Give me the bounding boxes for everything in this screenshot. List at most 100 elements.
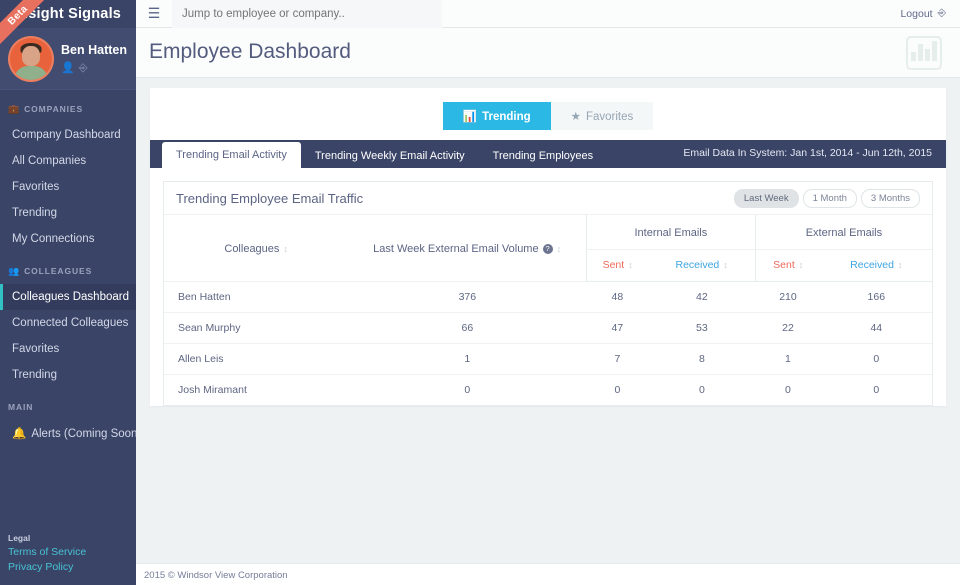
th-volume[interactable]: Last Week External Email Volume? ↕ <box>348 215 587 282</box>
cell-internal-sent: 47 <box>586 312 649 344</box>
view-toggle-group: 📊 Trending ★ Favorites <box>150 100 946 140</box>
table-row[interactable]: Josh Miramant 0 0 0 0 0 <box>164 375 932 406</box>
email-traffic-table: Colleagues ↕ Last Week External Email Vol… <box>164 215 932 405</box>
profile-icons: 👤⎆ <box>61 61 127 75</box>
bar-chart-icon <box>906 36 942 70</box>
th-internal-sent[interactable]: Sent ↕ <box>585 249 649 282</box>
range-pill-group: Last Week 1 Month 3 Months <box>733 188 920 208</box>
table-row[interactable]: Sean Murphy 66 47 53 22 44 <box>164 312 932 344</box>
sort-icon[interactable]: ↕ <box>723 260 728 270</box>
favorites-toggle-button[interactable]: ★ Favorites <box>550 102 654 130</box>
profile-name: Ben Hatten <box>61 42 127 57</box>
legal-label: Legal <box>8 533 31 543</box>
app-root: Beta Insight Signals Ben Hatten 👤⎆ 💼 COMP… <box>0 0 960 585</box>
sidebar-item-colleagues-trending[interactable]: Trending <box>0 362 136 388</box>
tab-trending-weekly-email-activity[interactable]: Trending Weekly Email Activity <box>301 143 479 168</box>
bar-chart-icon: 📊 <box>462 111 478 123</box>
sidebar-item-colleagues-dashboard[interactable]: Colleagues Dashboard <box>0 284 136 310</box>
cell-internal-sent: 7 <box>586 343 649 375</box>
pill-1-month[interactable]: 1 Month <box>802 188 857 208</box>
cell-external-sent: 1 <box>755 343 821 375</box>
sidebar-footer: Legal Terms of Service Privacy Policy <box>0 533 136 575</box>
sidebar-item-my-connections[interactable]: My Connections <box>0 226 136 252</box>
sidebar-item-connected-colleagues[interactable]: Connected Colleagues <box>0 310 136 336</box>
nav-group-companies-label: 💼 COMPANIES <box>8 104 84 114</box>
cell-internal-sent: 48 <box>586 281 649 313</box>
privacy-policy-link[interactable]: Privacy Policy <box>8 560 136 575</box>
cell-internal-received: 42 <box>648 281 756 313</box>
sort-icon[interactable]: ↕ <box>283 244 288 254</box>
cell-external-sent: 0 <box>785 384 791 396</box>
cell-external-received: 44 <box>820 312 932 344</box>
th-colleagues[interactable]: Colleagues ↕ <box>164 215 349 282</box>
page-title: Employee Dashboard <box>149 40 351 63</box>
logout-label: Logout <box>900 7 933 20</box>
pill-3-months[interactable]: 3 Months <box>860 188 920 208</box>
trending-panel: Trending Employee Email Traffic Last Wee… <box>163 181 933 406</box>
sort-icon[interactable]: ↕ <box>628 260 633 270</box>
tab-strip: Trending Email Activity Trending Weekly … <box>150 140 946 168</box>
cell-name: Allen Leis <box>164 343 349 375</box>
panel-header: Trending Employee Email Traffic Last Wee… <box>164 182 932 215</box>
cell-name: Ben Hatten <box>164 281 349 313</box>
sidebar-item-colleagues-favorites[interactable]: Favorites <box>0 336 136 362</box>
table-row[interactable]: Ben Hatten 376 48 42 210 166 <box>164 281 932 313</box>
logout-icon[interactable]: ⎆ <box>79 62 92 74</box>
sort-icon[interactable]: ↕ <box>898 260 903 270</box>
user-icon: 👤 <box>61 61 79 74</box>
help-icon[interactable]: ? <box>542 244 553 254</box>
sidebar-item-companies-trending[interactable]: Trending <box>0 200 136 226</box>
cell-volume: 66 <box>348 312 587 344</box>
nav-group-main-label: MAIN <box>8 402 34 412</box>
cell-name: Josh Miramant <box>178 384 247 396</box>
main-card: 📊 Trending ★ Favorites Trending Email Acti… <box>150 88 946 406</box>
people-icon: 👥 <box>8 266 21 276</box>
bell-icon: 🔔 <box>12 428 27 440</box>
tab-trending-employees[interactable]: Trending Employees <box>479 143 607 168</box>
user-profile[interactable]: Ben Hatten 👤⎆ <box>0 28 136 90</box>
sidebar: Beta Insight Signals Ben Hatten 👤⎆ 💼 COMP… <box>0 0 136 585</box>
sidebar-item-companies-favorites[interactable]: Favorites <box>0 174 136 200</box>
th-external-sent[interactable]: Sent ↕ <box>754 249 821 282</box>
th-internal-received[interactable]: Received ↕ <box>648 249 756 282</box>
th-internal-emails: Internal Emails <box>585 215 756 250</box>
cell-volume: 0 <box>464 384 471 396</box>
table-group-header-row: Colleagues ↕ Last Week External Email Vol… <box>164 215 932 282</box>
table-row[interactable]: Allen Leis 1 7 8 1 0 <box>164 343 932 375</box>
sidebar-item-alerts[interactable]: 🔔 Alerts (Coming Soon!) <box>0 419 136 447</box>
cell-internal-received: 8 <box>648 343 756 375</box>
tab-trending-email-activity[interactable]: Trending Email Activity <box>162 142 301 168</box>
sidebar-item-company-dashboard[interactable]: Company Dashboard <box>0 122 136 148</box>
panel-title: Trending Employee Email Traffic <box>176 190 364 206</box>
cell-internal-received: 0 <box>698 384 705 396</box>
cell-external-received: 166 <box>820 281 932 313</box>
pill-last-week[interactable]: Last Week <box>733 188 799 208</box>
trending-toggle-button[interactable]: 📊 Trending <box>442 102 551 130</box>
data-range-note: Email Data In System: Jan 1st, 2014 - Ju… <box>683 147 932 159</box>
logout-button[interactable]: Logout ⎆ <box>900 7 946 20</box>
avatar <box>8 35 54 82</box>
th-external-emails: External Emails <box>754 215 932 250</box>
cell-external-received: 0 <box>873 384 880 396</box>
topbar: ☰ Logout ⎆ <box>136 0 960 28</box>
star-icon: ★ <box>570 111 581 123</box>
cell-external-sent: 22 <box>755 312 821 344</box>
hamburger-icon[interactable]: ☰ <box>136 5 172 22</box>
terms-of-service-link[interactable]: Terms of Service <box>8 545 136 560</box>
sort-icon[interactable]: ↕ <box>557 244 562 254</box>
cell-volume: 376 <box>348 281 587 313</box>
cell-name: Sean Murphy <box>164 312 349 344</box>
cell-volume: 1 <box>348 343 587 375</box>
sort-icon[interactable]: ↕ <box>799 260 804 270</box>
cell-internal-sent: 0 <box>614 384 621 396</box>
page-header: Employee Dashboard <box>136 28 960 78</box>
cell-internal-received: 53 <box>648 312 756 344</box>
th-external-received[interactable]: Received ↕ <box>820 249 932 282</box>
sign-out-icon: ⎆ <box>937 7 946 19</box>
cell-external-sent: 210 <box>755 281 821 313</box>
search-input[interactable] <box>172 0 442 28</box>
sidebar-item-all-companies[interactable]: All Companies <box>0 148 136 174</box>
content-area: 📊 Trending ★ Favorites Trending Email Acti… <box>136 78 960 563</box>
cell-external-received: 0 <box>820 343 932 375</box>
nav-group-colleagues-label: 👥 COLLEAGUES <box>8 266 93 276</box>
